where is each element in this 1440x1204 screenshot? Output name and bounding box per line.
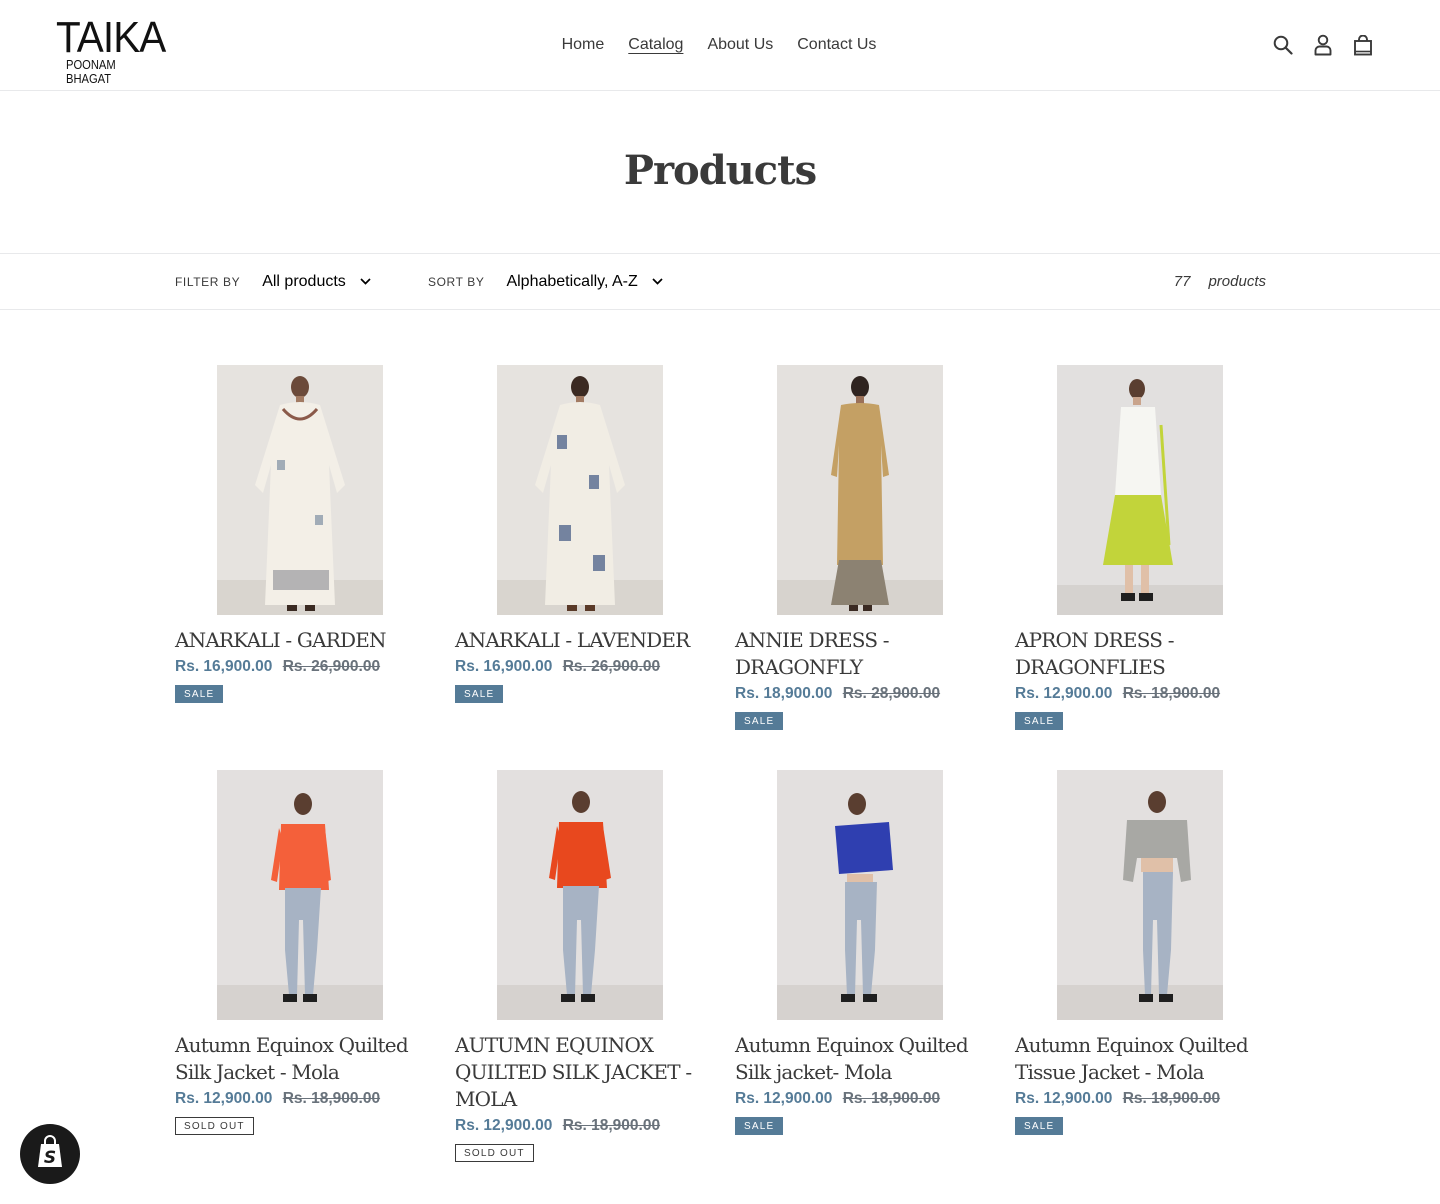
sale-price: Rs. 12,900.00 bbox=[455, 1117, 553, 1134]
header-icons bbox=[1270, 32, 1376, 58]
shopify-bag-icon: S bbox=[35, 1134, 65, 1174]
cart-icon[interactable] bbox=[1350, 32, 1376, 58]
sort-value: Alphabetically, A-Z bbox=[506, 272, 638, 290]
product-info: ANARKALI - LAVENDER Rs. 16,900.00 Rs. 26… bbox=[455, 627, 705, 703]
sale-badge: SALE bbox=[735, 712, 784, 730]
logo-subtitle: POONAM BHAGAT bbox=[66, 57, 116, 86]
product-info: Autumn Equinox Quilted Tissue Jacket - M… bbox=[1015, 1032, 1265, 1135]
account-icon[interactable] bbox=[1310, 32, 1336, 58]
compare-at-price: Rs. 18,900.00 bbox=[842, 1090, 941, 1107]
compare-at-price: Rs. 26,900.00 bbox=[282, 658, 381, 675]
sale-price: Rs. 12,900.00 bbox=[175, 1090, 273, 1107]
product-prices: Rs. 16,900.00 Rs. 26,900.00 bbox=[175, 655, 425, 678]
product-image[interactable] bbox=[497, 365, 663, 615]
product-image[interactable] bbox=[497, 770, 663, 1020]
product-title[interactable]: ANARKALI - LAVENDER bbox=[455, 627, 705, 654]
product-image[interactable] bbox=[777, 365, 943, 615]
sale-price: Rs. 18,900.00 bbox=[735, 685, 833, 702]
sale-badge: SALE bbox=[1015, 1117, 1064, 1135]
sale-price: Rs. 16,900.00 bbox=[455, 658, 553, 675]
sort-label: SORT BY bbox=[428, 274, 485, 289]
sale-badge: SALE bbox=[735, 1117, 784, 1135]
compare-at-price: Rs. 18,900.00 bbox=[1122, 1090, 1221, 1107]
logo-wordmark: TAIKA bbox=[56, 13, 166, 62]
sold-out-badge: SOLD OUT bbox=[455, 1144, 534, 1162]
nav-about-us[interactable]: About Us bbox=[695, 34, 785, 56]
nav-contact-us[interactable]: Contact Us bbox=[785, 34, 888, 56]
product-info: Autumn Equinox Quilted Silk Jacket - Mol… bbox=[175, 1032, 425, 1135]
product-prices: Rs. 16,900.00 Rs. 26,900.00 bbox=[455, 655, 705, 678]
sale-badge: SALE bbox=[455, 685, 504, 703]
sale-price: Rs. 12,900.00 bbox=[735, 1090, 833, 1107]
compare-at-price: Rs. 18,900.00 bbox=[562, 1117, 661, 1134]
product-title[interactable]: ANNIE DRESS - DRAGONFLY bbox=[735, 627, 985, 681]
product-title[interactable]: Autumn Equinox Quilted Silk jacket- Mola bbox=[735, 1032, 985, 1086]
sale-price: Rs. 16,900.00 bbox=[175, 658, 273, 675]
sale-price: Rs. 12,900.00 bbox=[1015, 1090, 1113, 1107]
compare-at-price: Rs. 26,900.00 bbox=[562, 658, 661, 675]
product-image[interactable] bbox=[1057, 770, 1223, 1020]
product-prices: Rs. 12,900.00 Rs. 18,900.00 bbox=[455, 1114, 705, 1137]
svg-text:S: S bbox=[44, 1148, 56, 1168]
product-title[interactable]: ANARKALI - GARDEN bbox=[175, 627, 425, 654]
sale-price: Rs. 12,900.00 bbox=[1015, 685, 1113, 702]
product-image[interactable] bbox=[217, 770, 383, 1020]
site-header: TAIKA POONAM BHAGAT Home Catalog About U… bbox=[0, 0, 1440, 91]
store-logo[interactable]: TAIKA POONAM BHAGAT bbox=[56, 13, 176, 86]
product-image[interactable] bbox=[217, 365, 383, 615]
product-prices: Rs. 12,900.00 Rs. 18,900.00 bbox=[1015, 682, 1265, 705]
chevron-down-icon bbox=[652, 276, 664, 288]
compare-at-price: Rs. 18,900.00 bbox=[282, 1090, 381, 1107]
compare-at-price: Rs. 18,900.00 bbox=[1122, 685, 1221, 702]
product-info: APRON DRESS - DRAGONFLIES Rs. 12,900.00 … bbox=[1015, 627, 1265, 730]
compare-at-price: Rs. 28,900.00 bbox=[842, 685, 941, 702]
sold-out-badge: SOLD OUT bbox=[175, 1117, 254, 1135]
product-title[interactable]: Autumn Equinox Quilted Silk Jacket - Mol… bbox=[175, 1032, 425, 1086]
product-image[interactable] bbox=[777, 770, 943, 1020]
chevron-down-icon bbox=[360, 276, 372, 288]
product-title[interactable]: AUTUMN EQUINOX QUILTED SILK JACKET - MOL… bbox=[455, 1032, 705, 1113]
sale-badge: SALE bbox=[175, 685, 224, 703]
product-info: ANNIE DRESS - DRAGONFLY Rs. 18,900.00 Rs… bbox=[735, 627, 985, 730]
product-image[interactable] bbox=[1057, 365, 1223, 615]
product-prices: Rs. 12,900.00 Rs. 18,900.00 bbox=[1015, 1087, 1265, 1110]
product-title[interactable]: APRON DRESS - DRAGONFLIES bbox=[1015, 627, 1265, 681]
product-count-number: 77 bbox=[1173, 273, 1191, 290]
product-count: 77 products bbox=[1174, 254, 1266, 309]
filter-select[interactable]: All products bbox=[262, 273, 372, 291]
filter-group: FILTER BY All products bbox=[175, 254, 372, 309]
sale-badge: SALE bbox=[1015, 712, 1064, 730]
product-count-label: products bbox=[1208, 273, 1266, 290]
product-info: AUTUMN EQUINOX QUILTED SILK JACKET - MOL… bbox=[455, 1032, 705, 1162]
sort-select[interactable]: Alphabetically, A-Z bbox=[506, 273, 663, 291]
sort-group: SORT BY Alphabetically, A-Z bbox=[428, 254, 664, 309]
product-prices: Rs. 18,900.00 Rs. 28,900.00 bbox=[735, 682, 985, 705]
product-prices: Rs. 12,900.00 Rs. 18,900.00 bbox=[175, 1087, 425, 1110]
filter-value: All products bbox=[262, 272, 346, 290]
product-info: Autumn Equinox Quilted Silk jacket- Mola… bbox=[735, 1032, 985, 1135]
shopify-badge[interactable]: S bbox=[20, 1124, 80, 1184]
filters-toolbar: FILTER BY All products SORT BY Alphabeti… bbox=[0, 253, 1440, 310]
page-title: Products bbox=[623, 147, 817, 194]
filter-label: FILTER BY bbox=[175, 274, 241, 289]
main-navigation: Home Catalog About Us Contact Us bbox=[0, 34, 1440, 56]
search-icon[interactable] bbox=[1270, 32, 1296, 58]
nav-home[interactable]: Home bbox=[550, 34, 617, 56]
nav-catalog[interactable]: Catalog bbox=[616, 34, 695, 56]
product-prices: Rs. 12,900.00 Rs. 18,900.00 bbox=[735, 1087, 985, 1110]
product-info: ANARKALI - GARDEN Rs. 16,900.00 Rs. 26,9… bbox=[175, 627, 425, 703]
product-title[interactable]: Autumn Equinox Quilted Tissue Jacket - M… bbox=[1015, 1032, 1265, 1086]
